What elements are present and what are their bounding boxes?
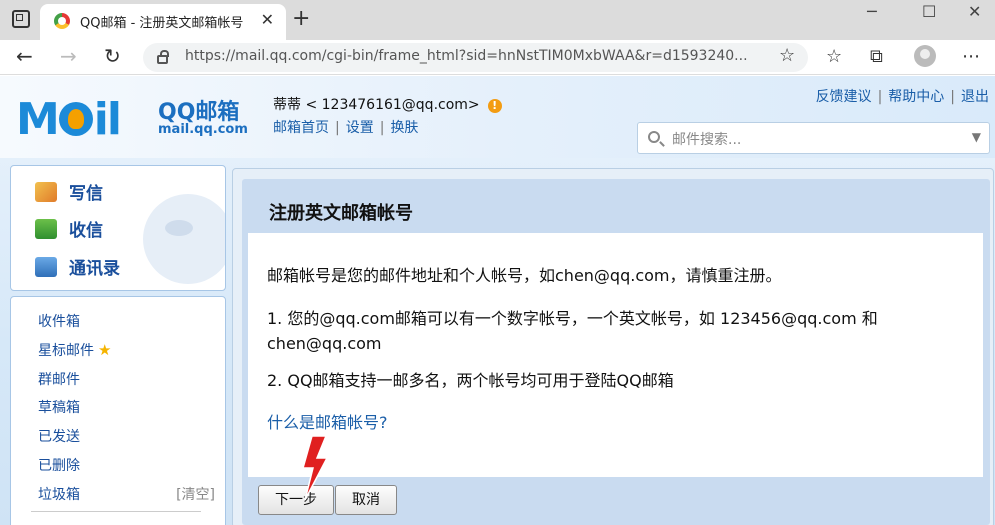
star-icon: ★ xyxy=(98,341,112,359)
logout-link[interactable]: 退出 xyxy=(961,89,989,105)
dialog-point-1: 1. 您的@qq.com邮箱可以有一个数字帐号，一个英文帐号，如 123456@… xyxy=(267,309,878,353)
address-bar[interactable]: https://mail.qq.com/cgi-bin/frame_html?s… xyxy=(143,43,808,72)
mail-logo[interactable]: Mil xyxy=(16,94,122,145)
lock-icon xyxy=(157,50,169,64)
refresh-icon[interactable]: ↻ xyxy=(104,44,121,68)
warning-icon[interactable]: ! xyxy=(487,99,502,113)
receive-button[interactable]: 收信 xyxy=(35,216,103,241)
quick-actions-panel: 写信 收信 通讯录 xyxy=(10,165,226,291)
dialog-intro: 邮箱帐号是您的邮件地址和个人帐号，如chen@qq.com，请慎重注册。 xyxy=(267,266,782,285)
what-is-account-link[interactable]: 什么是邮箱帐号? xyxy=(267,409,388,433)
chevron-down-icon[interactable]: ▼ xyxy=(972,130,981,144)
folder-spam[interactable]: 垃圾箱 xyxy=(38,484,80,504)
folder-deleted[interactable]: 已删除 xyxy=(38,455,80,475)
search-icon xyxy=(648,131,660,143)
minimize-button[interactable]: ─ xyxy=(867,2,877,21)
folder-inbox[interactable]: 收件箱 xyxy=(38,311,80,331)
back-arrow-icon[interactable]: ← xyxy=(16,44,33,68)
browser-tab[interactable]: QQ邮箱 - 注册英文邮箱帐号 ✕ xyxy=(40,4,286,40)
close-window-button[interactable]: ✕ xyxy=(968,2,981,21)
lightning-annotation-icon xyxy=(302,436,329,501)
browser-toolbar: ← → ↻ https://mail.qq.com/cgi-bin/frame_… xyxy=(0,40,995,75)
qq-favicon-icon xyxy=(54,13,70,29)
maximize-button[interactable]: ☐ xyxy=(922,2,936,21)
change-skin-link[interactable]: 换肤 xyxy=(390,120,418,136)
browser-tab-bar: QQ邮箱 - 注册英文邮箱帐号 ✕ + ─ ☐ ✕ xyxy=(0,0,995,40)
logo-domain: mail.qq.com xyxy=(158,122,248,137)
folder-divider xyxy=(31,511,201,512)
folder-sent[interactable]: 已发送 xyxy=(38,426,80,446)
url-text[interactable]: https://mail.qq.com/cgi-bin/frame_html?s… xyxy=(185,48,765,64)
compose-button[interactable]: 写信 xyxy=(35,179,103,204)
contacts-icon xyxy=(35,257,57,277)
collections-icon[interactable]: ⧉ xyxy=(870,46,883,67)
penguin-decoration-icon xyxy=(143,194,225,284)
watermark-logo: Bai 经验 xyxy=(762,418,898,453)
settings-link[interactable]: 设置 xyxy=(346,120,374,136)
header-nav: 邮箱首页 | 设置 | 换肤 xyxy=(273,120,419,136)
account-email[interactable]: 蒂蒂 < 123476161@qq.com> xyxy=(273,97,480,113)
help-center-link[interactable]: 帮助中心 xyxy=(888,89,944,105)
profile-avatar[interactable] xyxy=(914,45,936,67)
watermark-url: jingyan.baidu.com xyxy=(766,454,905,472)
top-links: 反馈建议 | 帮助中心 | 退出 xyxy=(815,89,989,105)
forward-arrow-icon[interactable]: → xyxy=(60,44,77,68)
folder-starred[interactable]: 星标邮件 ★ xyxy=(38,340,111,360)
new-tab-button[interactable]: + xyxy=(292,6,310,31)
account-info: 蒂蒂 < 123476161@qq.com>! xyxy=(273,94,502,114)
search-input[interactable]: 邮件搜索... xyxy=(672,129,741,149)
clear-spam-link[interactable]: [清空] xyxy=(176,484,215,504)
close-tab-icon[interactable]: ✕ xyxy=(261,10,274,29)
inbox-download-icon xyxy=(35,219,57,239)
cancel-button[interactable]: 取消 xyxy=(335,485,397,515)
tab-actions-icon[interactable] xyxy=(12,10,30,28)
feedback-link[interactable]: 反馈建议 xyxy=(816,89,872,105)
folder-group[interactable]: 群邮件 xyxy=(38,369,80,389)
tab-title: QQ邮箱 - 注册英文邮箱帐号 xyxy=(80,16,244,31)
folder-list: 收件箱 星标邮件 ★ 群邮件 草稿箱 已发送 已删除 垃圾箱 [清空] xyxy=(10,296,226,525)
register-dialog: 注册英文邮箱帐号 邮箱帐号是您的邮件地址和个人帐号，如chen@qq.com，请… xyxy=(242,179,990,525)
dialog-title: 注册英文邮箱帐号 xyxy=(269,203,413,224)
folder-drafts[interactable]: 草稿箱 xyxy=(38,397,80,417)
add-favorite-icon[interactable]: ☆ xyxy=(779,45,795,66)
baidu-watermark: Bai 经验 jingyan.baidu.com xyxy=(762,410,904,472)
favorites-icon[interactable]: ☆ xyxy=(826,46,842,67)
mail-header: Mil QQ邮箱 mail.qq.com 蒂蒂 < 123476161@qq.c… xyxy=(0,76,995,158)
more-menu-icon[interactable]: ⋯ xyxy=(962,46,980,67)
mail-search[interactable]: 邮件搜索... ▼ xyxy=(637,122,990,154)
compose-icon xyxy=(35,182,57,202)
dialog-point-2: 2. QQ邮箱支持一邮多名，两个帐号均可用于登陆QQ邮箱 xyxy=(267,371,674,390)
qq-bell-icon xyxy=(58,102,93,136)
mail-home-link[interactable]: 邮箱首页 xyxy=(273,120,329,136)
contacts-button[interactable]: 通讯录 xyxy=(35,254,120,279)
